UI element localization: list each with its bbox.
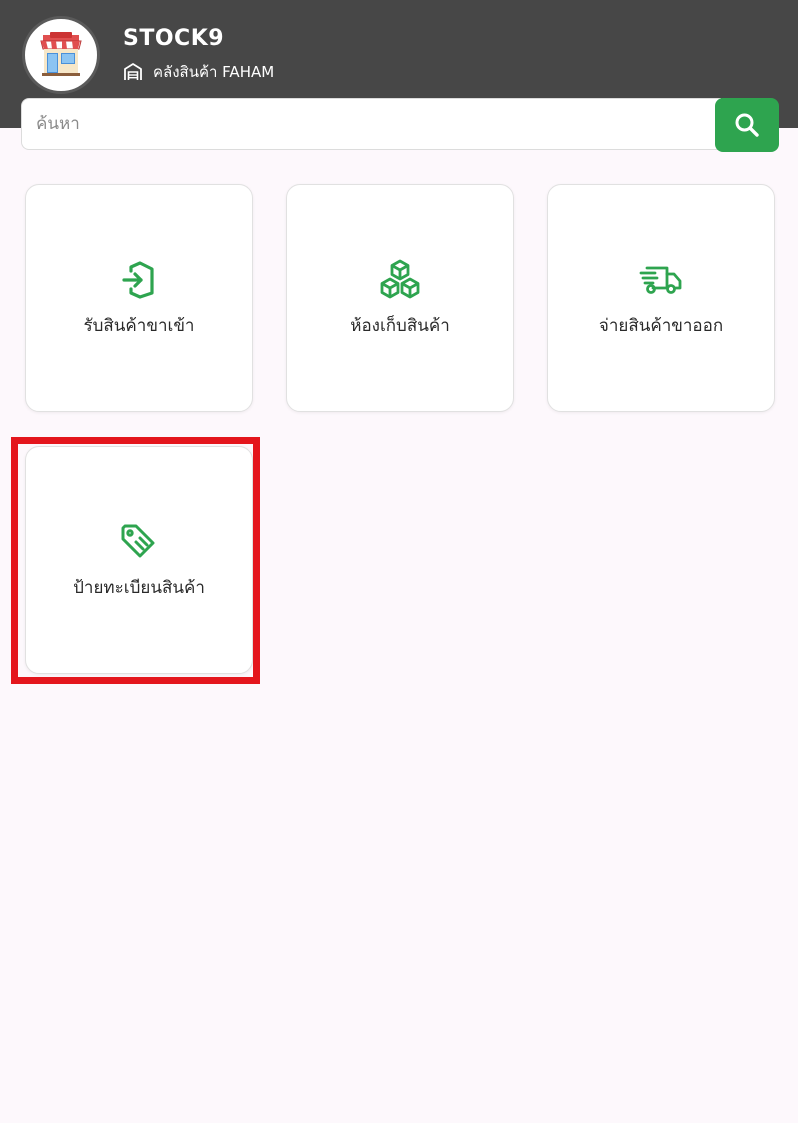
search-button[interactable] xyxy=(715,98,779,152)
warehouse-row[interactable]: คลังสินค้า FAHAM xyxy=(123,60,274,84)
storefront-icon xyxy=(40,32,82,76)
menu-item-storage[interactable]: ห้องเก็บสินค้า xyxy=(286,184,514,412)
menu-item-label: ห้องเก็บสินค้า xyxy=(350,315,450,336)
import-icon xyxy=(117,258,161,302)
delivery-truck-icon xyxy=(639,258,683,302)
menu-item-receive[interactable]: รับสินค้าขาเข้า xyxy=(25,184,253,412)
app-title: STOCK9 xyxy=(123,26,225,51)
highlight-box xyxy=(11,437,260,684)
search-icon xyxy=(735,113,759,137)
menu-item-label: รับสินค้าขาเข้า xyxy=(83,315,195,336)
menu-item-dispatch[interactable]: จ่ายสินค้าขาออก xyxy=(547,184,775,412)
menu-item-label: จ่ายสินค้าขาออก xyxy=(598,315,724,336)
warehouse-icon xyxy=(124,63,142,80)
store-avatar[interactable] xyxy=(22,16,100,94)
boxes-icon xyxy=(378,258,422,302)
search-input[interactable] xyxy=(21,98,721,150)
warehouse-name: คลังสินค้า FAHAM xyxy=(153,63,275,81)
search-bar xyxy=(21,98,779,152)
